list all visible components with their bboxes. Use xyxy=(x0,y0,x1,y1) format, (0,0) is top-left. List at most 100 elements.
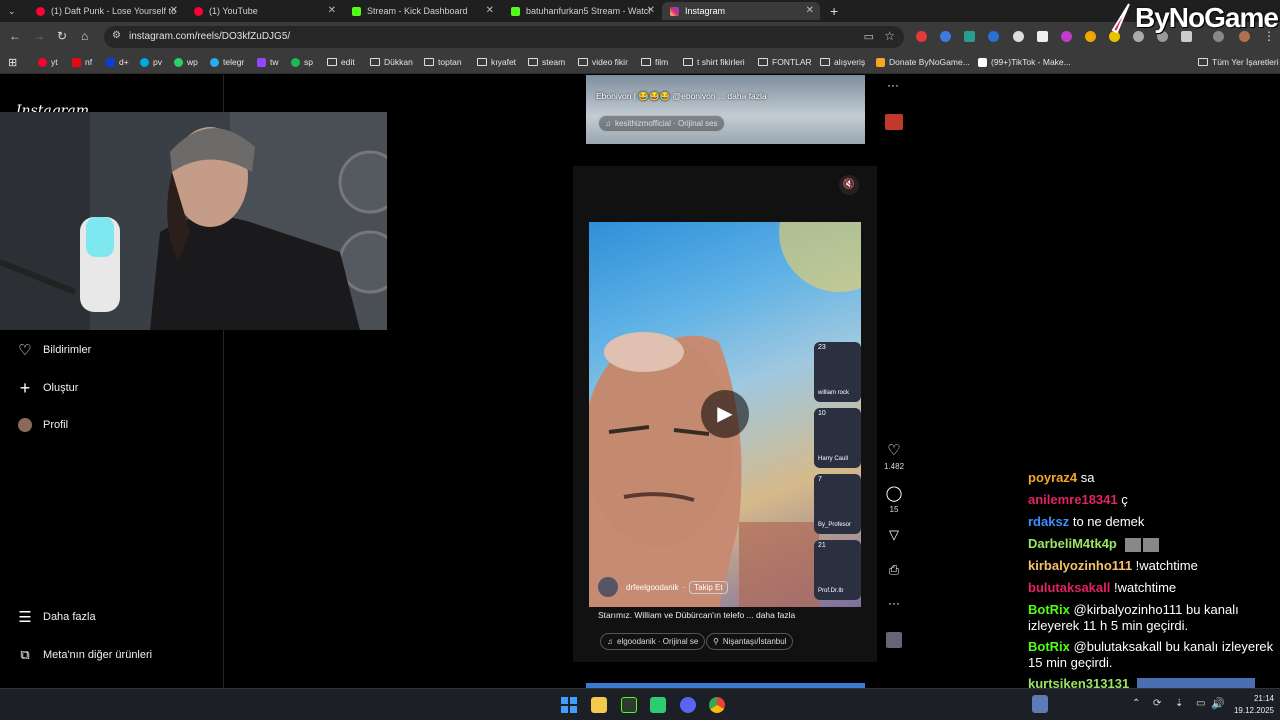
tab-search-button[interactable]: ⌄ xyxy=(0,2,26,20)
address-bar-row: ← → ↻ ⌂ ⚙ instagram.com/reels/DO3kfZuDJG… xyxy=(0,22,1280,52)
youtube-icon xyxy=(36,6,45,16)
bookmark-telegr[interactable]: telegr xyxy=(210,57,244,67)
bookmark-folder-toptan[interactable]: toptan xyxy=(424,57,462,67)
sidebar-item-meta[interactable]: ⧉ Meta'nın diğer ürünleri xyxy=(16,646,152,664)
share-button[interactable]: ▽ xyxy=(884,527,904,543)
mute-icon[interactable]: 🔇 xyxy=(839,175,859,195)
tab-instagram[interactable]: Instagram ✕ xyxy=(662,2,820,20)
tab-youtube[interactable]: (1) YouTube ✕ xyxy=(186,2,342,20)
chat-username: rdaksz xyxy=(1028,514,1070,529)
volume-icon[interactable]: 🔊 xyxy=(1211,697,1225,710)
close-icon[interactable]: ✕ xyxy=(486,5,494,16)
close-icon[interactable]: ✕ xyxy=(647,5,655,16)
audio-thumbnail-button[interactable] xyxy=(884,632,904,653)
author-avatar[interactable] xyxy=(598,577,618,597)
bookmark-folder-fontlar[interactable]: FONTLAR xyxy=(758,57,812,67)
bookmark-tw[interactable]: tw xyxy=(257,57,279,67)
bookmark-nf[interactable]: nf xyxy=(72,57,92,67)
extension-icon[interactable] xyxy=(988,31,999,42)
bookmark-tiktok[interactable]: (99+)TikTok - Make... xyxy=(978,57,1071,67)
bookmark-wp[interactable]: wp xyxy=(174,57,198,67)
sidebar-item-profile[interactable]: Profil xyxy=(16,416,68,434)
home-icon[interactable]: ⌂ xyxy=(81,29,88,43)
bookmark-folder-tshirt[interactable]: t shirt fikirleri xyxy=(683,57,745,67)
back-icon[interactable]: ← xyxy=(9,29,21,43)
bookmark-folder-video-fikir[interactable]: video fikir xyxy=(578,57,628,67)
reel-caption[interactable]: Ebonivon | 😂😂😂 @ebonivon ... daha fazla xyxy=(596,91,767,102)
reel-audio-pill[interactable]: ♫ kesithizmofficial · Orijinal ses xyxy=(598,115,725,132)
install-icon[interactable]: ▭ xyxy=(864,30,874,43)
app-icon[interactable] xyxy=(650,697,666,713)
comment-button[interactable]: ◯ 15 xyxy=(884,484,904,514)
close-icon[interactable]: ✕ xyxy=(806,5,814,16)
sidebar-item-notifications[interactable]: ♡ Bildirimler xyxy=(16,341,91,359)
tray-chevron-icon[interactable]: ⌃ xyxy=(1132,698,1140,709)
bookmark-sp[interactable]: sp xyxy=(291,57,313,67)
sidebar-item-create[interactable]: + Oluştur xyxy=(16,378,79,398)
tab-kick-dashboard[interactable]: Stream - Kick Dashboard ✕ xyxy=(344,2,500,20)
apps-grid-icon[interactable]: ⊞ xyxy=(8,56,17,69)
bookmark-folder-film[interactable]: film xyxy=(641,57,668,67)
bookmark-folder-steam[interactable]: steam xyxy=(528,57,565,67)
reel-previous[interactable]: Ebonivon | 😂😂😂 @ebonivon ... daha fazla … xyxy=(586,75,865,144)
extension-icon[interactable] xyxy=(1061,31,1072,42)
new-tab-button[interactable]: + xyxy=(822,2,844,20)
adblock-icon[interactable] xyxy=(916,31,927,42)
reel-location-pill[interactable]: ⚲ Nişantaşı/İstanbul xyxy=(706,633,794,650)
more-options-icon[interactable]: ··· xyxy=(887,78,899,92)
bookmark-folder-edit[interactable]: edit xyxy=(327,57,355,67)
audio-thumbnail[interactable] xyxy=(885,114,903,130)
windows-start-icon[interactable] xyxy=(561,697,577,713)
more-options-button[interactable]: ··· xyxy=(884,596,904,610)
bookmark-folder-kiyafet[interactable]: kıyafet xyxy=(477,57,516,67)
discord-icon[interactable] xyxy=(680,697,696,713)
network-icon[interactable]: ▭ xyxy=(1196,698,1205,709)
bookmark-folder-alisveris[interactable]: alışveriş xyxy=(820,57,865,67)
extension-icon[interactable] xyxy=(1013,31,1024,42)
play-icon[interactable]: ▶ xyxy=(701,390,749,438)
bookmark-folder-dukkan[interactable]: Dükkan xyxy=(370,57,413,67)
kick-icon xyxy=(352,6,361,16)
tab-title: Instagram xyxy=(685,6,726,16)
side-thumb[interactable]: 10 Harry Caull xyxy=(814,408,861,468)
like-button[interactable]: ♡ 1.482 xyxy=(884,441,904,471)
address-bar[interactable]: ⚙ instagram.com/reels/DO3kfZuDJG5/ ▭ ☆ xyxy=(104,26,904,48)
sidebar-item-more[interactable]: ☰ Daha fazla xyxy=(16,608,95,626)
tray-icon[interactable]: ⟳ xyxy=(1153,698,1161,709)
widget-icon[interactable] xyxy=(1032,695,1048,713)
side-thumb[interactable]: 7 By_Profesor xyxy=(814,474,861,534)
extension-icon[interactable] xyxy=(964,31,975,42)
extension-icon[interactable] xyxy=(1037,31,1048,42)
reel-video[interactable]: 23 william rock 10 Harry Caull 7 By_Prof… xyxy=(589,222,861,607)
forward-icon[interactable]: → xyxy=(33,29,45,43)
chrome-icon[interactable] xyxy=(709,697,725,713)
side-thumb[interactable]: 23 william rock xyxy=(814,342,861,402)
file-explorer-icon[interactable] xyxy=(591,697,607,713)
reel-audio-pill[interactable]: ♫ elgoodanik · Orijinal se xyxy=(600,633,706,650)
reel-author[interactable]: drfeelgoodanik · Takip Et xyxy=(598,577,728,597)
terminal-icon[interactable] xyxy=(621,697,637,713)
close-icon[interactable]: ✕ xyxy=(170,5,178,16)
bookmark-donate[interactable]: Donate ByNoGame... xyxy=(876,57,970,67)
save-button[interactable]: ⎙ xyxy=(884,562,904,578)
extension-icon[interactable] xyxy=(940,31,951,42)
primevideo-icon xyxy=(140,57,149,67)
bookmark-star-icon[interactable]: ☆ xyxy=(884,29,895,43)
bookmark-dplus[interactable]: d+ xyxy=(106,57,129,67)
site-info-icon[interactable]: ⚙ xyxy=(112,30,121,41)
close-icon[interactable]: ✕ xyxy=(328,5,336,16)
url-text[interactable]: instagram.com/reels/DO3kfZuDJG5/ xyxy=(129,31,290,42)
extension-icon[interactable] xyxy=(1085,31,1096,42)
tab-kick-stream[interactable]: batuhanfurkan5 Stream - Watch ✕ xyxy=(503,2,661,20)
reload-icon[interactable]: ↻ xyxy=(57,29,67,43)
tab-daft-punk[interactable]: (1) Daft Punk - Lose Yourself to ✕ xyxy=(28,2,184,20)
taskbar-clock[interactable]: 21:14 19.12.2025 xyxy=(1234,693,1274,717)
reel-caption[interactable]: Starımız. William ve Dübürcan'ın telefo … xyxy=(598,610,795,620)
bookmark-pv[interactable]: pv xyxy=(140,57,162,67)
bookmark-yt[interactable]: yt xyxy=(38,57,58,67)
follow-button[interactable]: Takip Et xyxy=(689,580,728,594)
side-thumb[interactable]: 21 Prof.Dr.Ib xyxy=(814,540,861,600)
tray-icon[interactable]: ⇣ xyxy=(1175,698,1183,709)
bookmark-all[interactable]: Tüm Yer İşaretleri xyxy=(1198,57,1279,67)
author-username[interactable]: drfeelgoodanik xyxy=(626,583,678,592)
